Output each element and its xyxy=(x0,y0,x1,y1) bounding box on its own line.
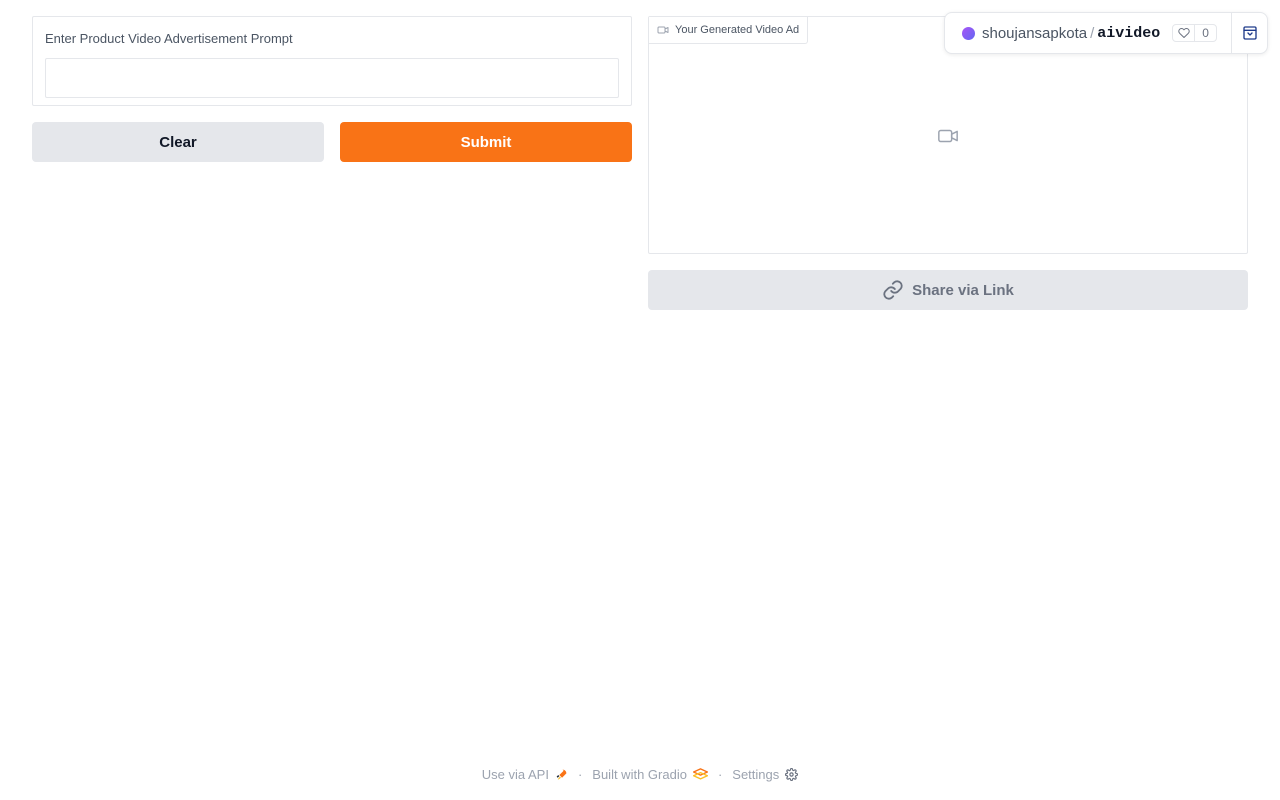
footer-separator: · xyxy=(717,766,723,782)
like-button[interactable]: 0 xyxy=(1172,24,1217,42)
space-avatar-icon xyxy=(962,26,975,40)
button-row: Clear Submit xyxy=(32,122,632,162)
share-button-label: Share via Link xyxy=(912,281,1014,299)
link-icon xyxy=(883,280,903,300)
submit-button[interactable]: Submit xyxy=(340,122,632,162)
settings-label: Settings xyxy=(732,766,780,782)
video-output-label: Your Generated Video Ad xyxy=(675,24,800,36)
clear-button[interactable]: Clear xyxy=(32,122,324,162)
share-via-link-button[interactable]: Share via Link xyxy=(648,270,1248,310)
settings-link[interactable]: Settings xyxy=(732,766,799,782)
space-path-separator: / xyxy=(1090,24,1095,42)
video-camera-icon xyxy=(938,129,958,143)
prompt-label: Enter Product Video Advertisement Prompt xyxy=(45,31,293,46)
collapse-button[interactable] xyxy=(1232,13,1268,53)
rocket-icon xyxy=(556,769,567,779)
gradio-logo-icon xyxy=(692,767,708,780)
like-count: 0 xyxy=(1202,26,1209,40)
collapse-icon xyxy=(1243,26,1257,40)
input-column: Enter Product Video Advertisement Prompt… xyxy=(32,16,632,162)
video-camera-icon xyxy=(657,26,669,34)
built-with-gradio-link[interactable]: Built with Gradio xyxy=(592,767,708,782)
space-owner-link[interactable]: shoujansapkota xyxy=(982,25,1087,42)
use-via-api-link[interactable]: Use via API xyxy=(482,767,568,782)
video-output-label-tag: Your Generated Video Ad xyxy=(649,17,809,44)
heart-icon xyxy=(1173,25,1196,41)
footer-separator: · xyxy=(577,766,583,782)
built-with-gradio-label: Built with Gradio xyxy=(592,766,687,782)
space-header-badge: shoujansapkota / aivideo 0 xyxy=(944,12,1268,54)
prompt-input[interactable] xyxy=(45,58,619,98)
prompt-textbox-card: Enter Product Video Advertisement Prompt xyxy=(32,16,632,106)
use-via-api-label: Use via API xyxy=(481,766,549,782)
space-name-link[interactable]: aivideo xyxy=(1097,25,1160,42)
footer: Use via API · Built with Gradio · Settin… xyxy=(0,764,1280,784)
gear-icon xyxy=(785,767,799,781)
